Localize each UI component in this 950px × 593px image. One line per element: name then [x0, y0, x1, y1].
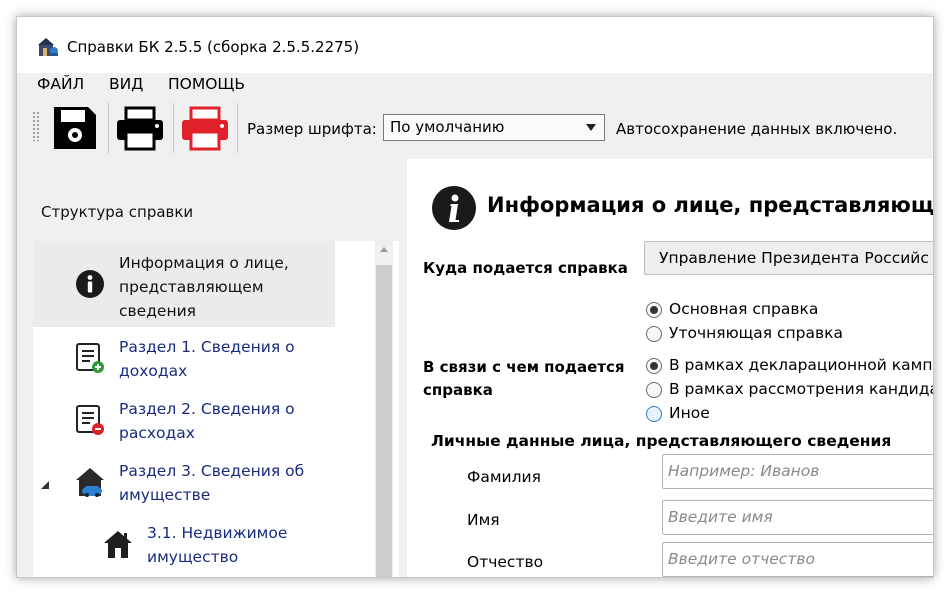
name-label: Имя	[467, 511, 500, 529]
info-form-panel: Информация о лице, представляюще Куда по…	[407, 159, 934, 577]
radio-label: Иное	[669, 404, 710, 422]
tree-item-label: имуществе	[119, 486, 211, 504]
toolbar: Размер шрифта: По умолчанию Автосохранен…	[17, 97, 933, 157]
print-button[interactable]	[114, 103, 166, 153]
save-button[interactable]	[49, 103, 101, 153]
page-title: Информация о лице, представляюще	[487, 193, 934, 217]
radio-label: Уточняющая справка	[669, 324, 843, 342]
tree-item-label: имущество	[147, 548, 239, 566]
autosave-status: Автосохранение данных включено.	[616, 120, 898, 138]
radio-dot[interactable]	[646, 406, 662, 422]
house-icon	[101, 527, 135, 561]
patronymic-input[interactable]: Введите отчество	[662, 542, 933, 577]
font-size-select[interactable]: По умолчанию	[383, 114, 605, 141]
menu-bar: ФАЙЛ ВИД ПОМОЩЬ	[17, 73, 933, 97]
tree-item-label: Раздел 3. Сведения об	[119, 462, 305, 480]
print-red-icon	[182, 106, 228, 151]
title-bar: Справки БК 2.5.5 (сборка 2.5.5.2275)	[17, 17, 933, 73]
surname-placeholder: Например: Иванов	[668, 462, 820, 480]
collapse-arrow-icon[interactable]	[41, 481, 49, 489]
app-icon	[38, 38, 58, 56]
destination-select[interactable]: Управление Президента Российс	[644, 241, 933, 275]
reason-label: В связи с чем подается справка	[423, 356, 624, 402]
expense-list-icon	[73, 403, 107, 437]
chevron-down-icon	[586, 124, 596, 131]
tree-item-section-3[interactable]: Раздел 3. Сведения об имуществе	[33, 457, 381, 513]
tree-item-section-3-1[interactable]: 3.1. Недвижимое имущество	[33, 519, 381, 575]
surname-label: Фамилия	[467, 468, 541, 486]
menu-help[interactable]: ПОМОЩЬ	[168, 75, 245, 93]
tree-item-label: расходах	[119, 424, 195, 442]
tree-item-label: Раздел 1. Сведения о	[119, 338, 295, 356]
menu-view[interactable]: ВИД	[109, 75, 143, 93]
reason-label-line: справка	[423, 381, 493, 399]
tree-item-section-1[interactable]: Раздел 1. Сведения о доходах	[33, 333, 381, 389]
radio-dot[interactable]	[646, 302, 662, 318]
tree-item-label: Информация о лице,	[119, 254, 289, 272]
reason-label-line: В связи с чем подается	[423, 358, 625, 376]
personal-data-heading: Личные данные лица, представляющего свед…	[431, 432, 892, 450]
radio-label: В рамках декларационной камп	[669, 356, 933, 374]
patronymic-placeholder: Введите отчество	[668, 550, 815, 568]
radio-label: Основная справка	[669, 300, 819, 318]
toolbar-separator	[108, 103, 109, 153]
income-list-icon	[73, 341, 107, 375]
radio-label: В рамках рассмотрения кандида	[669, 380, 934, 398]
tree-item-label: сведения	[119, 302, 196, 320]
structure-title: Структура справки	[41, 203, 194, 221]
info-icon	[73, 267, 107, 301]
radio-dot[interactable]	[646, 358, 662, 374]
menu-file[interactable]: ФАЙЛ	[37, 75, 84, 93]
scroll-thumb[interactable]	[376, 265, 392, 577]
tree-item-info[interactable]: Информация о лице, представляющем сведен…	[33, 241, 335, 327]
toolbar-separator	[237, 103, 238, 153]
tree-item-label: доходах	[119, 362, 188, 380]
tree-scrollbar[interactable]	[375, 241, 393, 577]
info-icon	[432, 186, 476, 230]
font-size-value: По умолчанию	[390, 118, 505, 136]
destination-label: Куда подается справка	[423, 259, 628, 277]
tree-item-label: 3.1. Недвижимое	[147, 524, 288, 542]
toolbar-separator	[173, 103, 174, 153]
structure-tree: Информация о лице, представляющем сведен…	[33, 241, 399, 577]
property-icon	[73, 465, 107, 499]
save-icon	[54, 107, 96, 149]
tree-item-section-2[interactable]: Раздел 2. Сведения о расходах	[33, 395, 381, 451]
print-icon	[117, 106, 163, 151]
tree-item-label: Раздел 2. Сведения о	[119, 400, 295, 418]
print-preview-button[interactable]	[179, 103, 231, 153]
radio-dot[interactable]	[646, 382, 662, 398]
name-placeholder: Введите имя	[668, 508, 773, 526]
patronymic-label: Отчество	[467, 553, 544, 571]
scroll-up-icon[interactable]	[380, 247, 388, 252]
surname-input[interactable]: Например: Иванов	[662, 454, 933, 489]
window-title: Справки БК 2.5.5 (сборка 2.5.5.2275)	[67, 38, 360, 56]
destination-value: Управление Президента Российс	[659, 249, 929, 267]
app-window: Справки БК 2.5.5 (сборка 2.5.5.2275) ФАЙ…	[16, 16, 934, 578]
structure-panel: Структура справки Информация о лице, пре…	[17, 157, 407, 577]
font-size-label: Размер шрифта:	[247, 120, 377, 138]
radio-dot[interactable]	[646, 326, 662, 342]
tree-item-label: представляющем	[119, 278, 264, 296]
name-input[interactable]: Введите имя	[662, 500, 933, 535]
toolbar-grip[interactable]	[32, 111, 40, 141]
